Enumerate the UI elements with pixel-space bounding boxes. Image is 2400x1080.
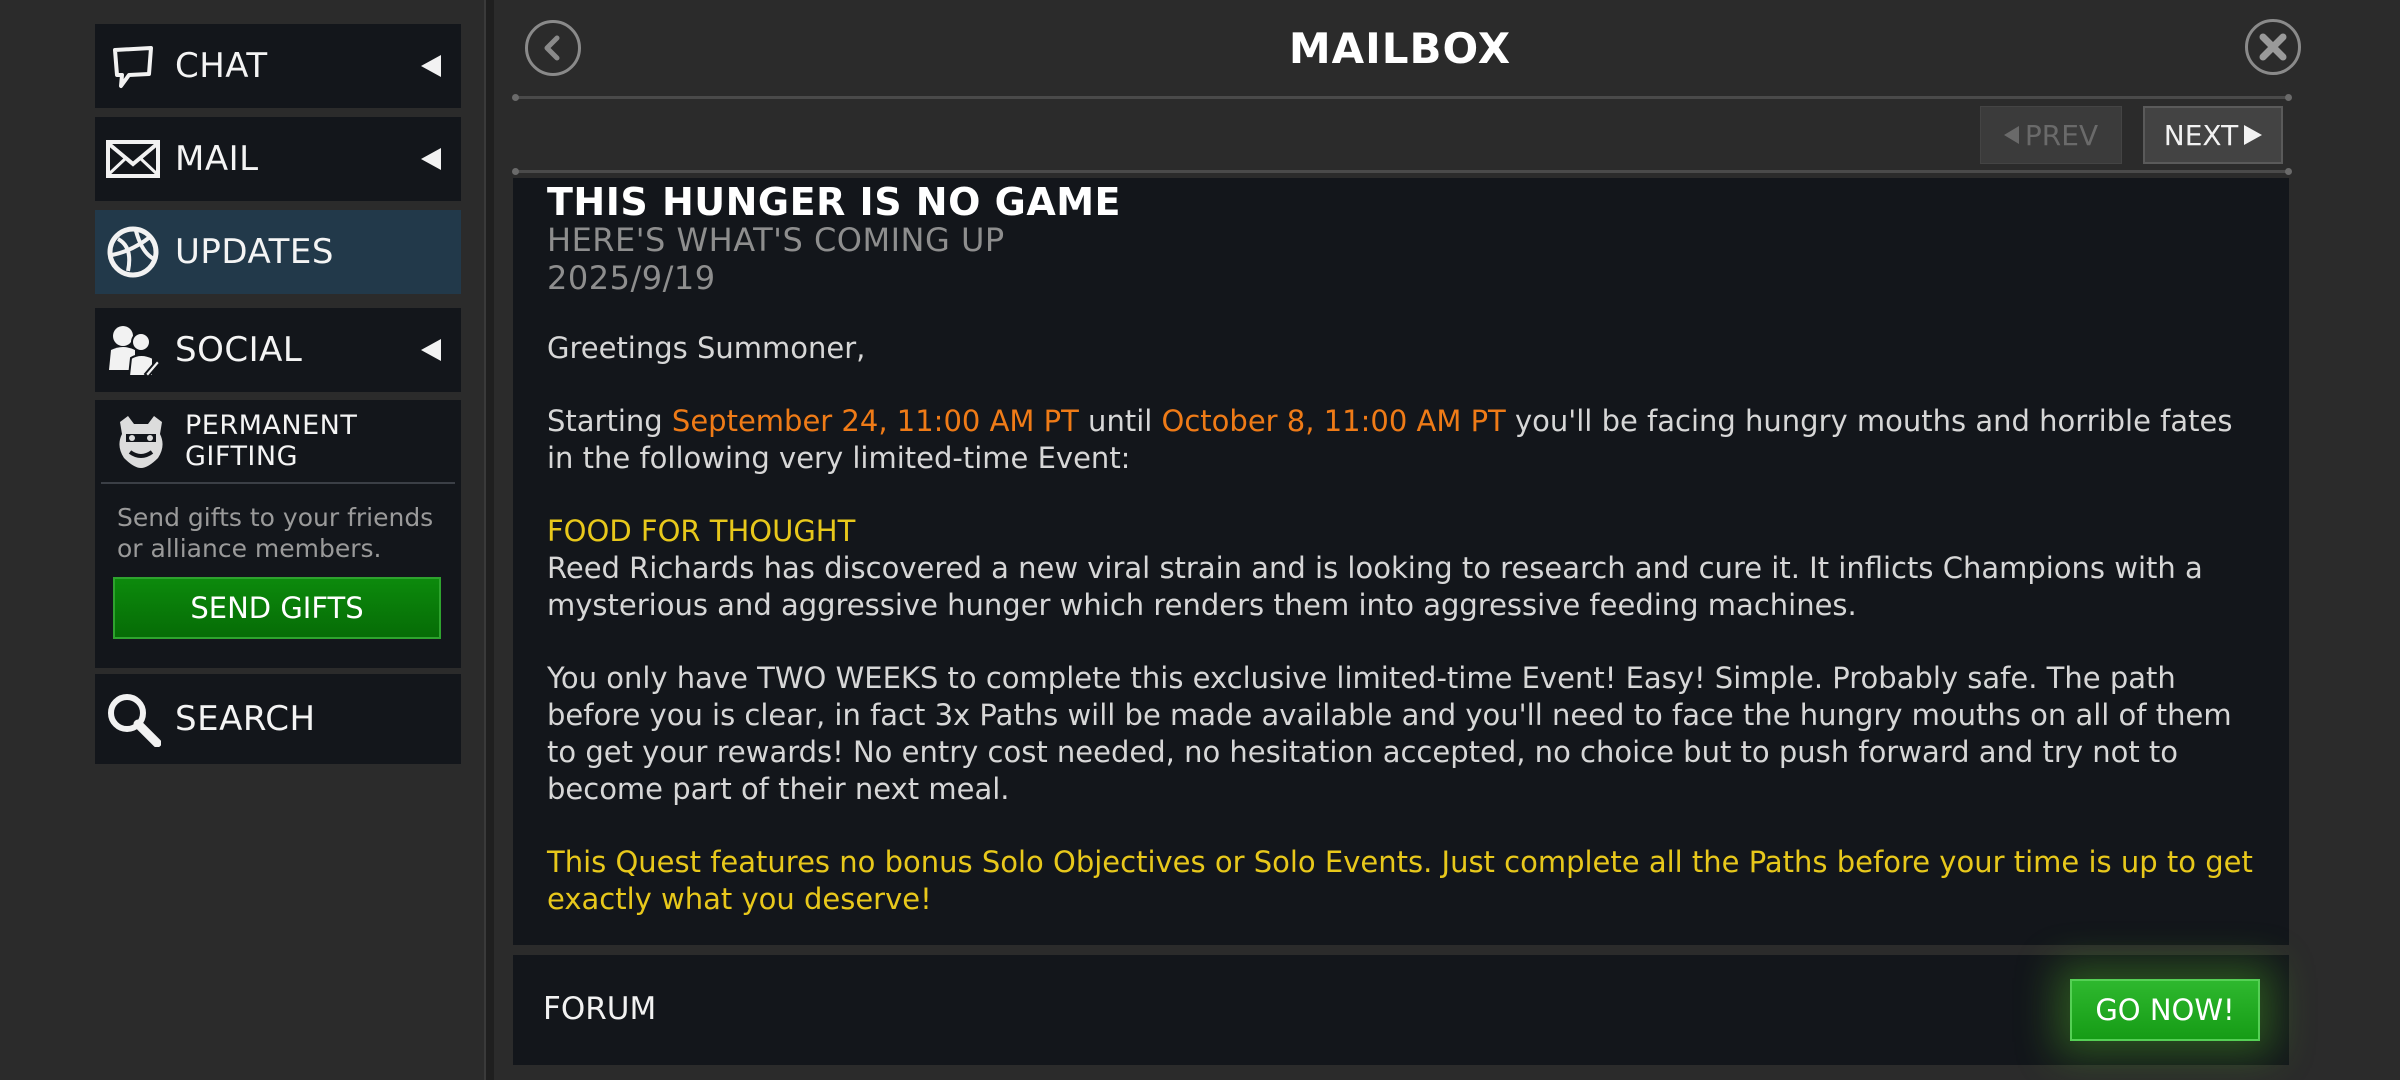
sidebar-item-label: SEARCH <box>175 699 316 739</box>
expand-arrow-icon <box>421 55 441 77</box>
gifting-description: Send gifts to your friends or alliance m… <box>117 503 434 563</box>
next-button[interactable]: NEXT <box>2143 106 2283 164</box>
send-gifts-button[interactable]: SEND GIFTS <box>113 577 441 639</box>
pager-divider <box>512 168 2292 175</box>
sidebar-item-mail[interactable]: MAIL <box>95 117 461 201</box>
expand-arrow-icon <box>421 339 441 361</box>
start-date: September 24, 11:00 AM PT <box>671 404 1079 438</box>
go-now-button[interactable]: GO NOW! <box>2070 979 2260 1041</box>
prev-button[interactable]: PREV <box>1980 106 2122 164</box>
message-date: 2025/9/19 <box>547 259 716 297</box>
back-button[interactable] <box>525 20 581 76</box>
permanent-gifting-panel: PERMANENT GIFTING Send gifts to your fri… <box>95 400 461 668</box>
sidebar-divider <box>484 0 494 1080</box>
sidebar-item-label: MAIL <box>175 139 259 179</box>
message-panel[interactable]: THIS HUNGER IS NO GAME HERE'S WHAT'S COM… <box>513 178 2289 945</box>
globe-icon <box>103 222 163 282</box>
note-paragraph: This Quest features no bonus Solo Object… <box>547 845 2253 916</box>
sidebar-item-social[interactable]: SOCIAL <box>95 308 461 392</box>
forum-label: FORUM <box>543 991 657 1027</box>
sidebar-item-search[interactable]: SEARCH <box>95 674 461 764</box>
gifting-title-line1: PERMANENT <box>185 410 358 441</box>
prev-label: PREV <box>2024 118 2099 152</box>
sidebar-item-label: SOCIAL <box>175 330 303 370</box>
close-icon <box>2259 33 2287 61</box>
details-paragraph: You only have TWO WEEKS to complete this… <box>547 661 2232 806</box>
next-label: NEXT <box>2163 118 2239 152</box>
envelope-icon <box>103 129 163 189</box>
sidebar-item-updates[interactable]: UPDATES <box>95 210 461 294</box>
close-button[interactable] <box>2245 19 2301 75</box>
sidebar-item-chat[interactable]: CHAT <box>95 24 461 108</box>
sidebar-item-label: CHAT <box>175 46 268 86</box>
chevron-left-icon <box>544 35 560 61</box>
expand-arrow-icon <box>421 148 441 170</box>
gifting-title-line2: GIFTING <box>185 441 299 472</box>
gifting-title: PERMANENT GIFTING <box>185 410 357 472</box>
people-icon <box>103 320 163 380</box>
page-title: MAILBOX <box>1288 24 1512 73</box>
event-name: FOOD FOR THOUGHT <box>547 514 856 548</box>
event-description: Reed Richards has discovered a new viral… <box>547 551 2203 622</box>
character-face-icon <box>109 409 173 473</box>
greeting-text: Greetings Summoner, <box>547 331 866 365</box>
end-date: October 8, 11:00 AM PT <box>1161 404 1506 438</box>
header-divider <box>512 94 2292 101</box>
event-dates-paragraph: Starting September 24, 11:00 AM PT until… <box>547 403 2267 477</box>
event-paragraph: FOOD FOR THOUGHT Reed Richards has discov… <box>547 513 2267 624</box>
footer-bar: FORUM GO NOW! <box>513 955 2289 1065</box>
message-body: Greetings Summoner, Starting September 2… <box>547 330 2267 954</box>
sidebar-item-label: UPDATES <box>175 232 334 272</box>
text-span: Starting <box>547 404 672 438</box>
triangle-left-icon <box>2003 126 2019 144</box>
text-span: until <box>1078 404 1162 438</box>
message-title: THIS HUNGER IS NO GAME <box>547 180 1122 224</box>
gifting-header: PERMANENT GIFTING <box>101 400 455 484</box>
triangle-right-icon <box>2244 125 2263 145</box>
chat-bubble-icon <box>103 36 163 96</box>
search-icon <box>103 689 163 749</box>
sidebar: CHAT MAIL UPDATES SOCIAL PERMANENT GIFTI… <box>0 0 484 1080</box>
message-subtitle: HERE'S WHAT'S COMING UP <box>547 221 1005 259</box>
